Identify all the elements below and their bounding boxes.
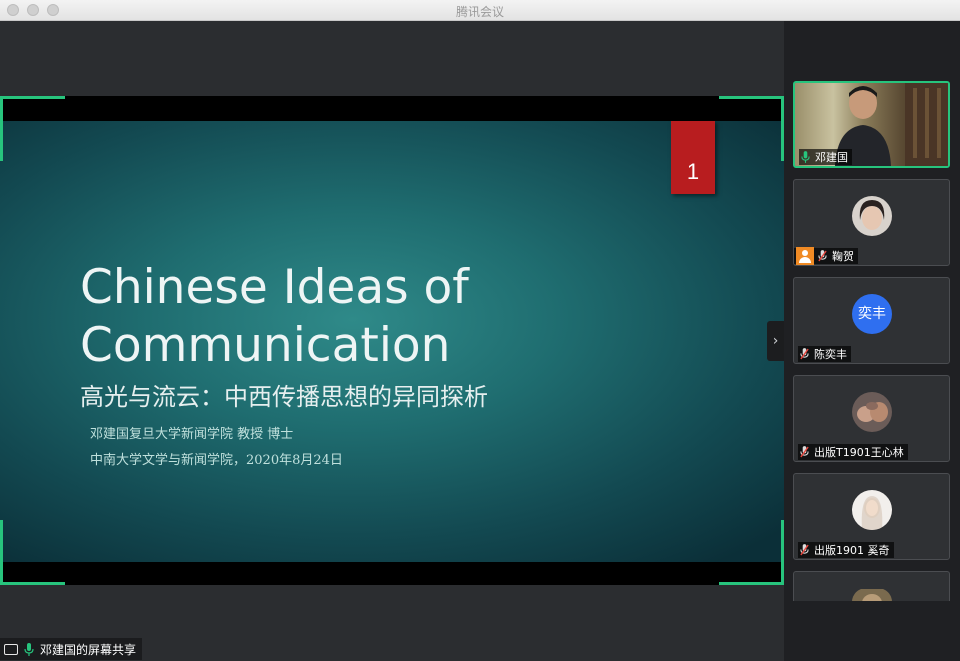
share-frame-corner-bl bbox=[0, 520, 65, 585]
screen-share-label: 邓建国的屏幕共享 bbox=[40, 642, 137, 657]
participant-sidebar: 邓建国 鞠贺 奕丰 陈奕丰 出版T1901王心林 出版1901 奚奇 bbox=[784, 21, 960, 661]
participant-name: 出版T1901王心林 bbox=[814, 446, 904, 459]
participant-label: 出版T1901王心林 bbox=[798, 444, 908, 460]
share-frame-corner-br bbox=[719, 520, 784, 585]
host-icon bbox=[796, 247, 814, 265]
mic-on-icon bbox=[801, 151, 810, 163]
window-title: 腾讯会议 bbox=[455, 5, 504, 19]
avatar-photo bbox=[852, 589, 892, 601]
screen-share-indicator[interactable]: 邓建国的屏幕共享 bbox=[0, 638, 143, 660]
participant-tile[interactable]: 邓建国 bbox=[793, 81, 950, 168]
avatar-photo bbox=[852, 490, 892, 530]
slide-author-line: 邓建国复旦大学新闻学院 教授 博士 bbox=[90, 427, 294, 442]
participant-tile-partial[interactable] bbox=[793, 571, 950, 601]
avatar-photo bbox=[852, 392, 892, 432]
mic-muted-icon bbox=[818, 250, 827, 262]
share-frame-corner-tr bbox=[719, 96, 784, 161]
participant-name: 陈奕丰 bbox=[814, 348, 847, 361]
participant-name: 邓建国 bbox=[815, 151, 848, 164]
participant-name: 鞠贺 bbox=[832, 250, 854, 263]
slide-title-line1: Chinese Ideas of bbox=[80, 260, 469, 315]
letterbox-top bbox=[0, 96, 784, 121]
avatar: 奕丰 bbox=[852, 294, 892, 334]
letterbox-bottom bbox=[0, 562, 784, 585]
chevron-right-icon: › bbox=[772, 333, 779, 349]
participant-name: 出版1901 奚奇 bbox=[814, 544, 890, 557]
collapse-sidebar-button[interactable]: › bbox=[767, 321, 784, 361]
slide-subtitle: 高光与流云：中西传播思想的异同探析 bbox=[80, 383, 488, 411]
mic-on-icon bbox=[24, 642, 34, 656]
participant-label: 陈奕丰 bbox=[798, 346, 851, 362]
participant-label: 鞠贺 bbox=[794, 247, 858, 265]
avatar bbox=[852, 588, 892, 601]
participant-tile[interactable]: 出版1901 奚奇 bbox=[793, 473, 950, 560]
participant-tile[interactable]: 出版T1901王心林 bbox=[793, 375, 950, 462]
screen-share-icon bbox=[4, 643, 18, 655]
participant-label: 出版1901 奚奇 bbox=[798, 542, 894, 558]
participant-tile[interactable]: 鞠贺 bbox=[793, 179, 950, 266]
slide-title-line2: Communication bbox=[80, 318, 451, 373]
window-titlebar: 腾讯会议 bbox=[0, 0, 960, 21]
mic-muted-icon bbox=[800, 446, 809, 458]
avatar bbox=[852, 490, 892, 530]
slide-number: 1 bbox=[671, 121, 715, 194]
shared-screen-area: 1 Chinese Ideas of Communication 高光与流云：中… bbox=[0, 21, 784, 661]
participant-tile[interactable]: 奕丰 陈奕丰 bbox=[793, 277, 950, 364]
participant-label: 邓建国 bbox=[799, 149, 852, 165]
mic-muted-icon bbox=[800, 348, 809, 360]
slide-title: Chinese Ideas of Communication bbox=[80, 259, 640, 375]
avatar-photo bbox=[852, 196, 892, 236]
mic-muted-icon bbox=[800, 544, 809, 556]
share-frame-corner-tl bbox=[0, 96, 65, 161]
avatar bbox=[852, 196, 892, 236]
presentation-slide: 1 Chinese Ideas of Communication 高光与流云：中… bbox=[0, 121, 784, 562]
avatar bbox=[852, 392, 892, 432]
slide-venue-line: 中南大学文学与新闻学院，2020年8月24日 bbox=[90, 453, 343, 468]
